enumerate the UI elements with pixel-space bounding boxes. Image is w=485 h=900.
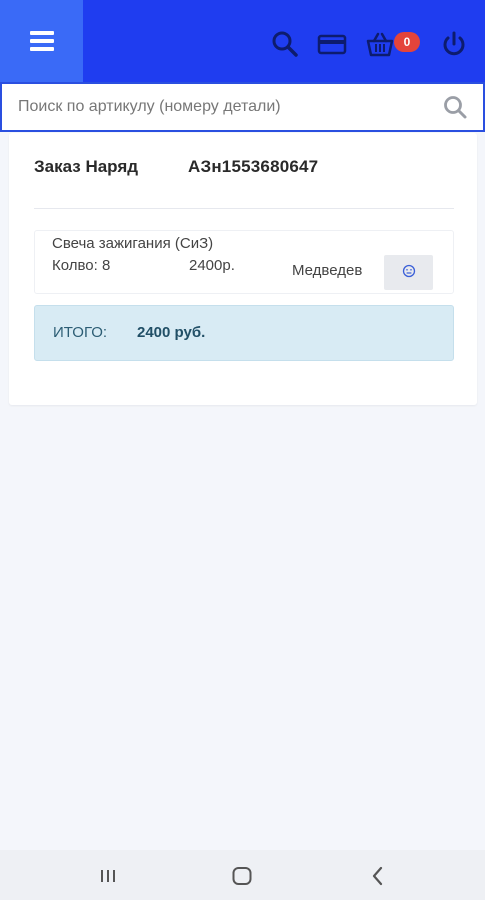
search-bar [0, 82, 485, 132]
item-price: 2400р. [189, 257, 235, 274]
recent-apps-icon[interactable] [95, 863, 121, 889]
menu-button[interactable] [0, 0, 83, 82]
order-total: ИТОГО: 2400 руб. [34, 305, 454, 361]
back-icon[interactable] [365, 863, 391, 889]
system-nav-bar [0, 850, 485, 900]
credit-card-icon[interactable] [317, 30, 347, 58]
order-title: Заказ Наряд [34, 157, 139, 176]
total-label: ИТОГО: [53, 324, 108, 341]
total-value: 2400 руб. [137, 324, 206, 341]
order-number: АЗн1553680647 [188, 157, 319, 176]
item-person: Медведев [292, 262, 363, 279]
cart-count-badge: 0 [394, 32, 420, 52]
search-icon[interactable] [271, 30, 299, 58]
divider [34, 208, 454, 209]
order-item: Свеча зажигания (СиЗ) Колво: 8 2400р. Ме… [34, 230, 454, 294]
power-icon[interactable] [440, 30, 468, 58]
order-card: Заказ Наряд АЗн1553680647 Свеча зажигани… [9, 133, 477, 405]
item-action-button[interactable] [384, 255, 433, 290]
search-input[interactable] [18, 84, 428, 130]
menu-icon [29, 31, 54, 51]
basket-icon[interactable] [366, 30, 394, 58]
item-name: Свеча зажигания (СиЗ) [52, 235, 214, 252]
smiley-icon [402, 264, 416, 281]
home-icon[interactable] [229, 863, 255, 889]
item-quantity: Колво: 8 [52, 257, 111, 274]
search-icon[interactable] [442, 94, 468, 120]
app-header: 0 [0, 0, 485, 82]
